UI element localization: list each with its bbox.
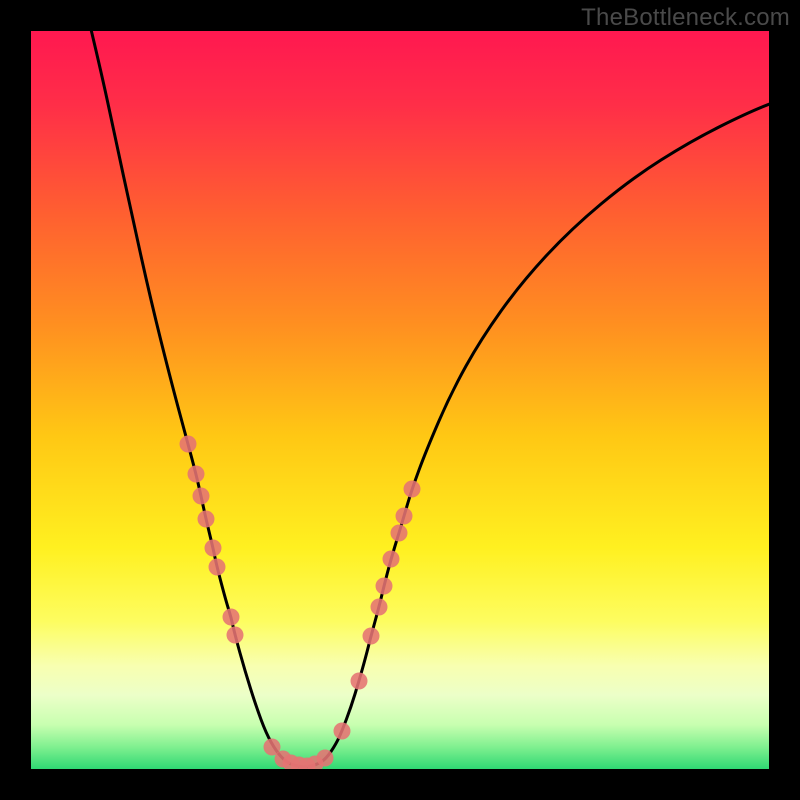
marker-dot [383, 551, 400, 568]
watermark-text: TheBottleneck.com [581, 4, 790, 32]
marker-dot [376, 578, 393, 595]
plot-area [31, 31, 769, 769]
marker-dot [391, 525, 408, 542]
marker-dot [198, 511, 215, 528]
marker-dot [180, 436, 197, 453]
marker-dot [351, 673, 368, 690]
chart-svg [31, 31, 769, 769]
marker-dot [209, 559, 226, 576]
marker-dot [205, 540, 222, 557]
chart-container: TheBottleneck.com [0, 0, 800, 800]
marker-dot [193, 488, 210, 505]
marker-dot [223, 609, 240, 626]
gradient-background [31, 31, 769, 769]
marker-dot [371, 599, 388, 616]
marker-dot [334, 723, 351, 740]
marker-dot [404, 481, 421, 498]
marker-dot [188, 466, 205, 483]
marker-dot [396, 508, 413, 525]
marker-dot [317, 750, 334, 767]
marker-dot [227, 627, 244, 644]
marker-dot [363, 628, 380, 645]
